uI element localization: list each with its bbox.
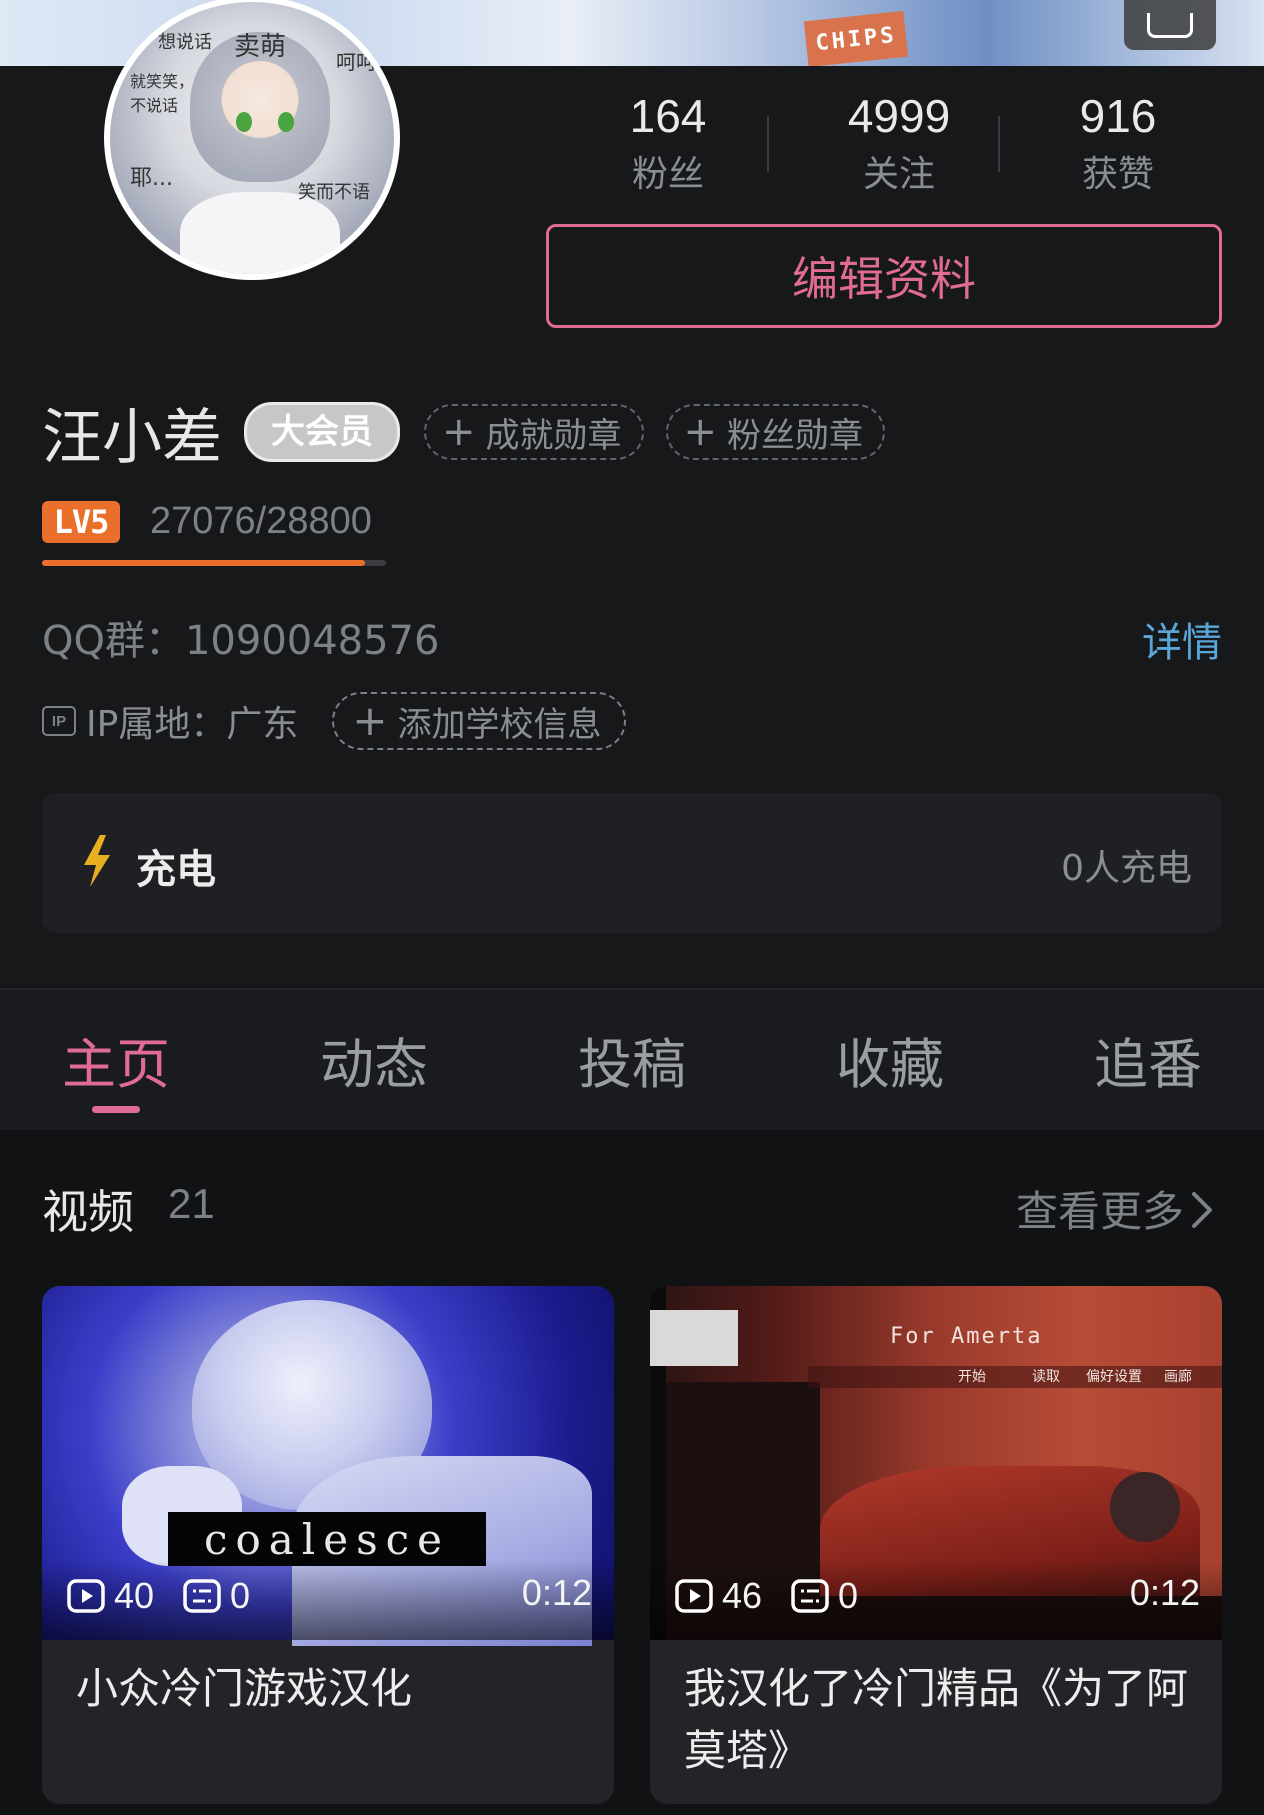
tab-uploads[interactable]: 投稿 — [532, 1020, 732, 1099]
stat-label: 粉丝 — [631, 154, 704, 195]
tab-dynamics[interactable]: 动态 — [274, 1020, 474, 1099]
name-row: 汪小差 大会员 + 成就勋章 + 粉丝勋章 — [42, 392, 907, 473]
thumb-menu-item: 开始 — [958, 1369, 986, 1385]
plus-icon: + — [683, 409, 718, 455]
avatar-text: 卖萌 — [234, 32, 287, 62]
level-badge: LV5 — [42, 500, 120, 543]
exp-progress-fill — [42, 560, 366, 566]
danmaku-icon — [183, 1579, 221, 1613]
thumb-menu-item: 画廊 — [1164, 1369, 1192, 1385]
achievement-medal-button[interactable]: + 成就勋章 — [424, 404, 644, 460]
ip-icon: IP — [42, 706, 76, 736]
stat-value: 916 — [1079, 90, 1157, 142]
edit-profile-button[interactable]: 编辑资料 — [546, 224, 1222, 328]
charge-count: 0人充电 — [1061, 848, 1192, 889]
videos-count: 21 — [168, 1180, 215, 1227]
ip-row: IP IP属地：广东 + 添加学校信息 — [42, 692, 626, 750]
stat-label: 获赞 — [1081, 154, 1154, 195]
stat-divider — [767, 116, 769, 172]
view-more-link[interactable]: 查看更多 — [1016, 1178, 1184, 1239]
add-school-label: 添加学校信息 — [397, 704, 602, 745]
charge-label: 充电 — [136, 847, 216, 893]
stat-value: 4999 — [847, 90, 951, 142]
play-count: 46 — [722, 1575, 763, 1616]
medal-label: 粉丝勋章 — [727, 415, 864, 456]
exp-progress-bar — [42, 560, 386, 566]
plus-icon: + — [352, 696, 388, 745]
level-row: LV5 27076/28800 — [42, 500, 372, 543]
stat-label: 关注 — [862, 154, 935, 195]
lightning-icon — [84, 835, 110, 887]
avatar-text: 笑而不语 — [298, 182, 370, 203]
avatar-text: 想说话 — [158, 32, 212, 53]
video-thumbnail[interactable]: coalesce 40 0 0:12 — [42, 1286, 614, 1646]
avatar-text: 耶... — [130, 166, 173, 191]
avatar[interactable]: 想说话 卖萌 呵呵 就笑笑，不说话 耶... 笑而不语 — [104, 0, 400, 280]
vip-badge[interactable]: 大会员 — [244, 402, 400, 462]
exp-text: 27076/28800 — [150, 500, 372, 542]
add-school-button[interactable]: + 添加学校信息 — [332, 692, 626, 750]
fan-medal-button[interactable]: + 粉丝勋章 — [665, 404, 886, 460]
tab-indicator — [92, 1106, 140, 1113]
stat-followers[interactable]: 164 粉丝 — [552, 84, 784, 214]
danmaku-icon — [791, 1579, 829, 1613]
avatar-body — [180, 192, 340, 274]
danmaku-count: 0 — [838, 1575, 859, 1616]
thumb-figure — [1110, 1472, 1180, 1542]
avatar-text: 就笑笑，不说话 — [130, 72, 195, 115]
stat-divider — [998, 116, 1000, 172]
username: 汪小差 — [42, 402, 222, 473]
video-meta: 46 0 — [674, 1570, 858, 1622]
stat-following[interactable]: 4999 关注 — [784, 84, 1014, 214]
play-count-icon — [675, 1579, 713, 1613]
bag-icon — [1147, 12, 1193, 38]
thumb-title-text: coalesce — [168, 1512, 486, 1566]
thumb-menu-item: 读取 — [1032, 1369, 1060, 1385]
videos-section-title: 视频 — [42, 1185, 134, 1239]
video-meta: 40 0 — [66, 1570, 250, 1622]
banner-action-button[interactable] — [1124, 0, 1216, 50]
tab-home[interactable]: 主页 — [16, 1020, 216, 1099]
ip-location: IP属地：广东 — [86, 704, 299, 745]
chevron-right-icon[interactable] — [1188, 1188, 1216, 1232]
qq-group: QQ群：1090048576 — [42, 618, 440, 664]
avatar-eye-right — [278, 112, 294, 132]
profile-tabs: 主页 动态 投稿 收藏 追番 — [0, 990, 1264, 1130]
play-count-icon — [67, 1579, 105, 1613]
video-card[interactable]: coalesce 40 0 0:12 小众冷门游戏汉化 — [42, 1286, 614, 1804]
video-title[interactable]: 我汉化了冷门精品《为了阿莫塔》 — [684, 1658, 1194, 1782]
video-thumbnail[interactable]: For Amerta 开始 读取 偏好设置 画廊 关于 46 — [650, 1286, 1222, 1640]
video-card[interactable]: For Amerta 开始 读取 偏好设置 画廊 关于 46 — [650, 1286, 1222, 1804]
danmaku-count: 0 — [230, 1575, 251, 1616]
video-title[interactable]: 小众冷门游戏汉化 — [76, 1658, 586, 1720]
video-duration: 0:12 — [521, 1572, 592, 1613]
thumb-shape — [650, 1310, 738, 1366]
avatar-text: 呵呵 — [336, 50, 376, 74]
tab-favorites[interactable]: 收藏 — [790, 1020, 990, 1099]
medal-label: 成就勋章 — [485, 415, 622, 456]
charge-panel[interactable]: 充电 0人充电 — [42, 793, 1222, 933]
stats-row: 164 粉丝 4999 关注 916 获赞 — [552, 84, 1222, 214]
plus-icon: + — [442, 409, 476, 455]
thumb-menu-bar: 开始 读取 偏好设置 画廊 关于 — [808, 1366, 1222, 1388]
avatar-eye-left — [236, 112, 252, 132]
tab-bangumi[interactable]: 追番 — [1048, 1020, 1248, 1099]
stat-likes[interactable]: 916 获赞 — [1014, 84, 1222, 214]
details-link[interactable]: 详情 — [1142, 610, 1222, 668]
video-duration: 0:12 — [1129, 1572, 1200, 1613]
thumb-title-text: For Amerta — [890, 1324, 1043, 1349]
play-count: 40 — [114, 1575, 155, 1616]
thumb-menu-item: 偏好设置 — [1086, 1369, 1142, 1385]
stat-value: 164 — [629, 90, 707, 142]
banner-sticker: CHIPS — [803, 10, 909, 66]
